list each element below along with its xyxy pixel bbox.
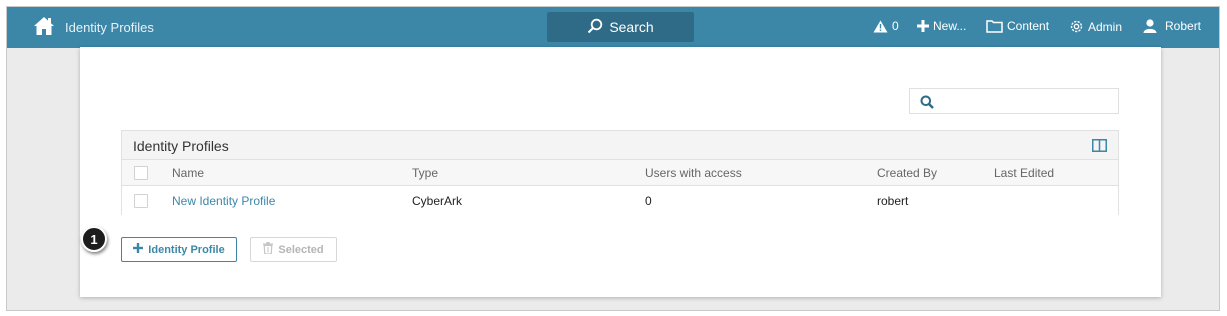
column-header-users-with-access[interactable]: Users with access: [645, 160, 742, 185]
warning-icon: [873, 20, 888, 33]
search-button-label: Search: [609, 19, 654, 35]
trash-icon: [263, 242, 274, 257]
select-all-cell: [134, 160, 148, 185]
search-button[interactable]: Search: [547, 12, 694, 42]
search-icon: [587, 18, 603, 37]
column-header-created-by[interactable]: Created By: [877, 160, 937, 185]
plus-icon: [133, 243, 144, 256]
grid-search-input[interactable]: [940, 91, 1110, 111]
admin-menu-button[interactable]: Admin: [1069, 19, 1122, 34]
table-row[interactable]: New Identity Profile CyberArk 0 robert: [122, 186, 1118, 216]
column-header-type[interactable]: Type: [412, 160, 438, 185]
content-menu-label: Content: [1007, 19, 1050, 33]
identity-profiles-grid: Identity Profiles Name Type Users with a…: [121, 130, 1119, 216]
column-header-name[interactable]: Name: [172, 160, 204, 185]
delete-selected-button[interactable]: Selected: [250, 237, 337, 262]
user-menu-button[interactable]: Robert: [1143, 19, 1201, 33]
row-created-by-cell: robert: [877, 194, 909, 208]
identity-profile-link[interactable]: New Identity Profile: [172, 194, 275, 208]
app-title: Identity Profiles: [65, 20, 154, 35]
add-identity-profile-button[interactable]: Identity Profile: [121, 237, 237, 262]
content-icon: [986, 19, 1003, 33]
row-name-cell: New Identity Profile: [172, 186, 275, 216]
new-menu-label: New...: [933, 19, 967, 33]
row-users-cell: 0: [645, 194, 652, 208]
columns-icon[interactable]: [1092, 139, 1107, 155]
grid-title: Identity Profiles: [133, 138, 229, 154]
content-menu-button[interactable]: Content: [986, 19, 1049, 33]
delete-button-label: Selected: [278, 243, 324, 256]
row-type-cell: CyberArk: [412, 194, 463, 208]
grid-title-bar: Identity Profiles: [122, 131, 1118, 160]
user-icon: [1143, 19, 1157, 33]
content-panel: Identity Profiles Name Type Users with a…: [80, 47, 1161, 297]
user-menu-label: Robert: [1165, 19, 1202, 33]
row-checkbox[interactable]: [134, 194, 148, 208]
alerts-count: 0: [892, 19, 899, 33]
select-all-checkbox[interactable]: [134, 165, 148, 180]
grid-search-box[interactable]: [909, 88, 1119, 114]
home-icon[interactable]: [33, 16, 55, 36]
gear-icon: [1069, 19, 1084, 34]
plus-icon: [917, 20, 929, 32]
alerts-button[interactable]: 0: [873, 19, 899, 33]
column-header-last-edited[interactable]: Last Edited: [994, 160, 1054, 185]
app-window: Identity Profiles Search 0 New... Conten…: [6, 6, 1220, 311]
add-button-label: Identity Profile: [148, 243, 225, 256]
row-select-cell: [134, 186, 148, 216]
new-menu-button[interactable]: New...: [917, 19, 966, 33]
step-callout-badge: 1: [81, 226, 107, 252]
top-navbar: Identity Profiles Search 0 New... Conten…: [7, 7, 1219, 48]
admin-menu-label: Admin: [1088, 19, 1123, 34]
grid-header-row: Name Type Users with access Created By L…: [122, 160, 1118, 186]
